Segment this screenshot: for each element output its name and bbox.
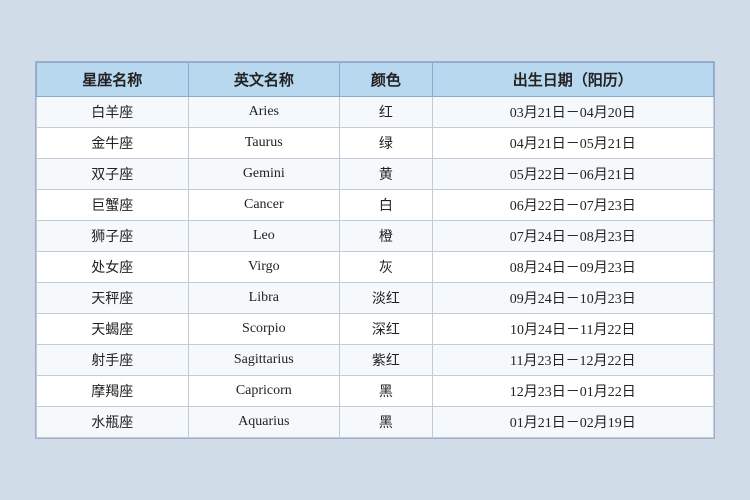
cell-chinese: 处女座 xyxy=(37,252,189,283)
cell-date: 05月22日－06月21日 xyxy=(432,159,713,190)
table-header-row: 星座名称 英文名称 颜色 出生日期（阳历） xyxy=(37,63,714,97)
cell-date: 11月23日－12月22日 xyxy=(432,345,713,376)
table-row: 金牛座Taurus绿04月21日－05月21日 xyxy=(37,128,714,159)
cell-english: Leo xyxy=(188,221,340,252)
cell-date: 09月24日－10月23日 xyxy=(432,283,713,314)
cell-date: 07月24日－08月23日 xyxy=(432,221,713,252)
cell-english: Aquarius xyxy=(188,407,340,438)
cell-english: Taurus xyxy=(188,128,340,159)
cell-color: 黑 xyxy=(340,376,433,407)
cell-date: 03月21日－04月20日 xyxy=(432,97,713,128)
zodiac-table: 星座名称 英文名称 颜色 出生日期（阳历） 白羊座Aries红03月21日－04… xyxy=(36,62,714,438)
cell-date: 06月22日－07月23日 xyxy=(432,190,713,221)
zodiac-table-container: 星座名称 英文名称 颜色 出生日期（阳历） 白羊座Aries红03月21日－04… xyxy=(35,61,715,439)
cell-date: 12月23日－01月22日 xyxy=(432,376,713,407)
cell-english: Aries xyxy=(188,97,340,128)
col-header-date: 出生日期（阳历） xyxy=(432,63,713,97)
table-row: 狮子座Leo橙07月24日－08月23日 xyxy=(37,221,714,252)
col-header-chinese: 星座名称 xyxy=(37,63,189,97)
cell-color: 绿 xyxy=(340,128,433,159)
table-body: 白羊座Aries红03月21日－04月20日金牛座Taurus绿04月21日－0… xyxy=(37,97,714,438)
table-row: 射手座Sagittarius紫红11月23日－12月22日 xyxy=(37,345,714,376)
cell-color: 淡红 xyxy=(340,283,433,314)
cell-chinese: 狮子座 xyxy=(37,221,189,252)
table-row: 天蝎座Scorpio深红10月24日－11月22日 xyxy=(37,314,714,345)
cell-date: 08月24日－09月23日 xyxy=(432,252,713,283)
cell-english: Cancer xyxy=(188,190,340,221)
col-header-color: 颜色 xyxy=(340,63,433,97)
cell-color: 白 xyxy=(340,190,433,221)
cell-english: Gemini xyxy=(188,159,340,190)
cell-date: 10月24日－11月22日 xyxy=(432,314,713,345)
table-row: 水瓶座Aquarius黑01月21日－02月19日 xyxy=(37,407,714,438)
cell-chinese: 天秤座 xyxy=(37,283,189,314)
cell-english: Capricorn xyxy=(188,376,340,407)
table-row: 摩羯座Capricorn黑12月23日－01月22日 xyxy=(37,376,714,407)
col-header-english: 英文名称 xyxy=(188,63,340,97)
cell-date: 01月21日－02月19日 xyxy=(432,407,713,438)
table-row: 巨蟹座Cancer白06月22日－07月23日 xyxy=(37,190,714,221)
cell-color: 黑 xyxy=(340,407,433,438)
cell-chinese: 水瓶座 xyxy=(37,407,189,438)
cell-english: Libra xyxy=(188,283,340,314)
table-row: 双子座Gemini黄05月22日－06月21日 xyxy=(37,159,714,190)
cell-date: 04月21日－05月21日 xyxy=(432,128,713,159)
cell-chinese: 摩羯座 xyxy=(37,376,189,407)
cell-english: Sagittarius xyxy=(188,345,340,376)
cell-color: 深红 xyxy=(340,314,433,345)
cell-chinese: 射手座 xyxy=(37,345,189,376)
cell-chinese: 天蝎座 xyxy=(37,314,189,345)
cell-chinese: 金牛座 xyxy=(37,128,189,159)
cell-color: 橙 xyxy=(340,221,433,252)
cell-chinese: 白羊座 xyxy=(37,97,189,128)
table-row: 白羊座Aries红03月21日－04月20日 xyxy=(37,97,714,128)
cell-english: Scorpio xyxy=(188,314,340,345)
cell-color: 紫红 xyxy=(340,345,433,376)
cell-color: 黄 xyxy=(340,159,433,190)
table-row: 天秤座Libra淡红09月24日－10月23日 xyxy=(37,283,714,314)
cell-chinese: 双子座 xyxy=(37,159,189,190)
cell-chinese: 巨蟹座 xyxy=(37,190,189,221)
table-row: 处女座Virgo灰08月24日－09月23日 xyxy=(37,252,714,283)
cell-color: 灰 xyxy=(340,252,433,283)
cell-english: Virgo xyxy=(188,252,340,283)
cell-color: 红 xyxy=(340,97,433,128)
